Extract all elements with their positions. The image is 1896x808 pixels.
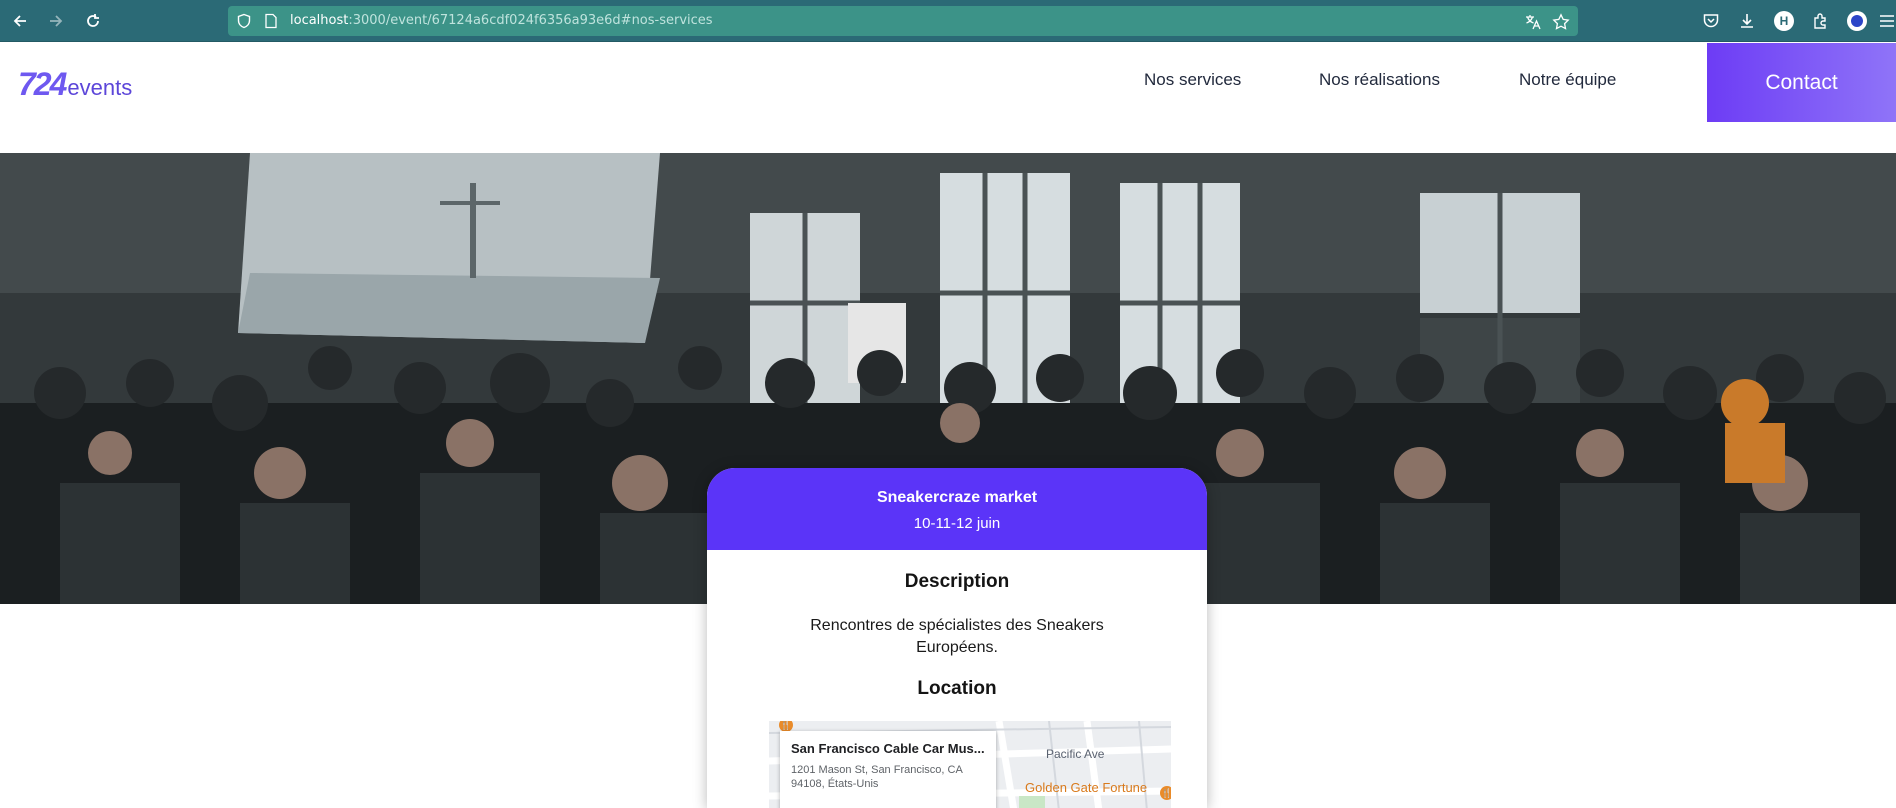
back-icon[interactable] bbox=[8, 9, 32, 33]
event-title: Sneakercraze market bbox=[876, 489, 1038, 506]
url-text[interactable]: localhost:3000/event/67124a6cdf024f6356a… bbox=[290, 13, 713, 28]
site-header: 724 events Nos services Nos réalisations… bbox=[0, 43, 1896, 153]
event-dates: 10-11-12 juin bbox=[913, 515, 1001, 532]
location-heading: Location bbox=[917, 678, 997, 699]
pocket-icon[interactable] bbox=[1701, 11, 1721, 31]
logo-word: events bbox=[67, 75, 133, 100]
nav-realisations[interactable]: Nos réalisations bbox=[1319, 70, 1440, 90]
translate-icon[interactable] bbox=[1524, 13, 1542, 31]
logo-number: 724 bbox=[18, 66, 67, 102]
logo[interactable]: 724 events bbox=[18, 66, 132, 103]
map-place-name: San Francisco Cable Car Mus... bbox=[791, 741, 985, 756]
extensions-icon[interactable] bbox=[1810, 11, 1830, 31]
contact-button[interactable]: Contact bbox=[1707, 43, 1896, 122]
forward-icon[interactable] bbox=[44, 9, 68, 33]
location-map[interactable]: 🍴 🍴 Pacific Ave Golden Gate Fortune San … bbox=[769, 721, 1171, 808]
map-street-label: Pacific Ave bbox=[1046, 747, 1105, 761]
event-description: Rencontres de spécialistes des Sneakers … bbox=[810, 617, 1104, 656]
url-path: :3000/event/67124a6cdf024f6356a93e6d#nos… bbox=[348, 13, 713, 28]
account-icon[interactable] bbox=[1847, 11, 1867, 31]
nav-equipe[interactable]: Notre équipe bbox=[1519, 70, 1616, 90]
profile-avatar[interactable]: H bbox=[1774, 11, 1794, 31]
download-icon[interactable] bbox=[1737, 11, 1757, 31]
map-poi-label[interactable]: Golden Gate Fortune bbox=[1025, 780, 1147, 795]
shield-icon[interactable] bbox=[236, 13, 252, 29]
address-bar[interactable]: localhost:3000/event/67124a6cdf024f6356a… bbox=[228, 6, 1578, 36]
star-icon[interactable] bbox=[1552, 13, 1570, 31]
page-icon bbox=[265, 13, 277, 29]
event-card-header: Sneakercraze market 10-11-12 juin bbox=[707, 468, 1207, 550]
browser-toolbar: localhost:3000/event/67124a6cdf024f6356a… bbox=[0, 0, 1896, 42]
menu-icon[interactable] bbox=[1878, 11, 1896, 31]
reload-icon[interactable] bbox=[81, 9, 105, 33]
event-card: Sneakercraze market 10-11-12 juin Descri… bbox=[707, 468, 1207, 808]
map-info-window[interactable]: San Francisco Cable Car Mus... 1201 Maso… bbox=[780, 731, 996, 808]
nav-services[interactable]: Nos services bbox=[1144, 70, 1241, 90]
url-host: localhost bbox=[290, 13, 349, 28]
map-place-address: 1201 Mason St, San Francisco, CA 94108, … bbox=[791, 764, 963, 790]
description-heading: Description bbox=[904, 571, 1010, 592]
